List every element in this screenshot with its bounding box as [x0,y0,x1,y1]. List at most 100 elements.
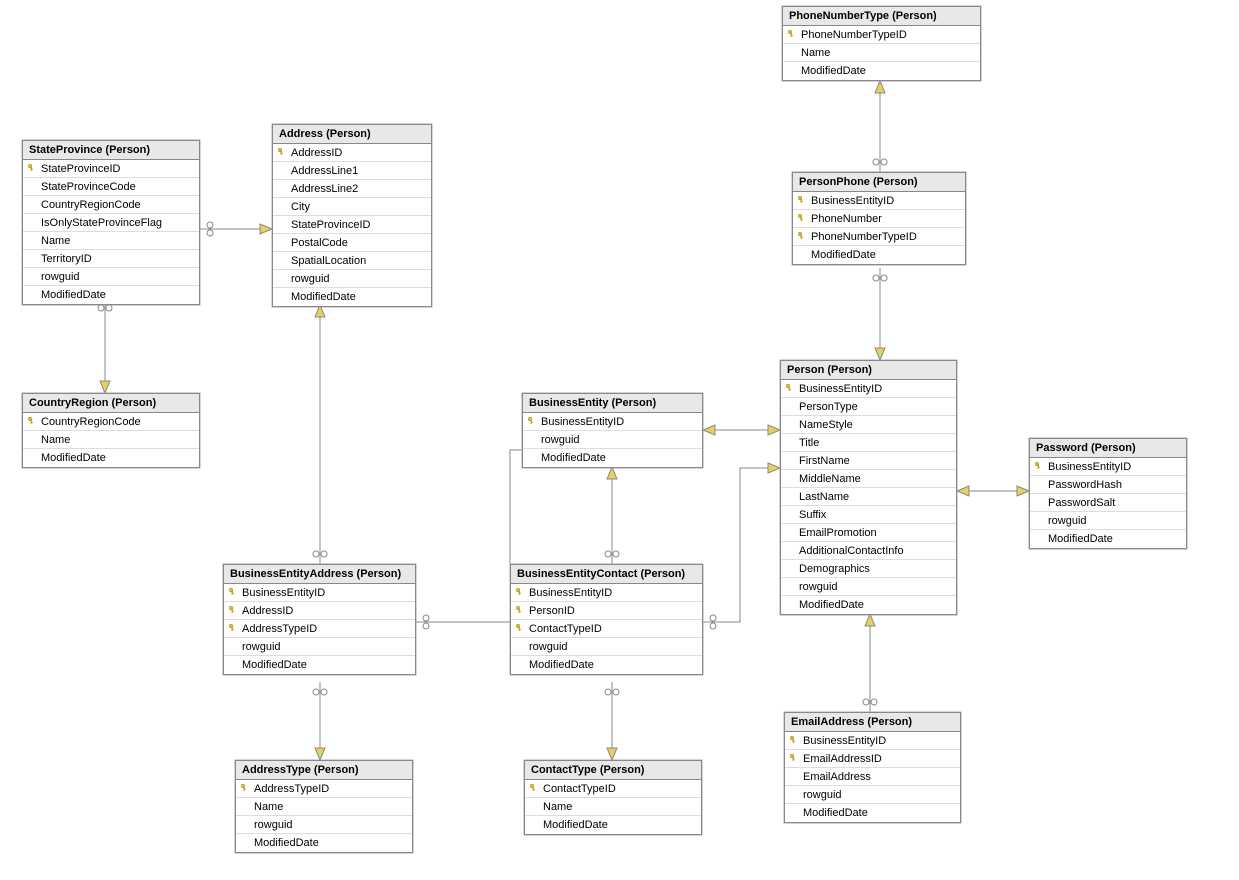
entity-columns: BusinessEntityID PersonID ContactTypeID row… [511,584,702,674]
entity-personphone[interactable]: PersonPhone (Person) BusinessEntityIDPho… [792,172,966,265]
column-name: PersonID [527,605,575,617]
entity-columns: BusinessEntityIDrowguidModifiedDate [523,413,702,467]
primary-key-icon [228,605,237,614]
column-name: AddressTypeID [252,783,329,795]
entity-header: BusinessEntityContact (Person) [511,565,702,584]
column-name: rowguid [797,581,838,593]
column-name: BusinessEntityID [797,383,882,395]
column-row: EmailAddressID [785,750,960,768]
primary-key-icon [789,753,798,762]
primary-key-icon [797,231,806,240]
entity-header: CountryRegion (Person) [23,394,199,413]
entity-header: AddressType (Person) [236,761,412,780]
column-name: ModifiedDate [797,599,864,611]
column-name: rowguid [539,434,580,446]
column-name: PostalCode [289,237,348,249]
column-row: PhoneNumberTypeID [793,228,965,246]
entity-person[interactable]: Person (Person) BusinessEntityIDPersonTy… [780,360,957,615]
column-name: IsOnlyStateProvinceFlag [39,217,162,229]
column-name: BusinessEntityID [809,195,894,207]
column-name: PasswordHash [1046,479,1122,491]
entity-businessentityaddress[interactable]: BusinessEntityAddress (Person) BusinessE… [223,564,416,675]
column-row: rowguid [224,638,415,656]
column-name: CountryRegionCode [39,416,141,428]
entity-countryregion[interactable]: CountryRegion (Person) CountryRegionCode… [22,393,200,468]
entity-businessentity[interactable]: BusinessEntity (Person) BusinessEntityID… [522,393,703,468]
column-row: ModifiedDate [523,449,702,467]
column-row: City [273,198,431,216]
column-name: EmailAddress [801,771,871,783]
primary-key-icon [27,416,36,425]
column-name: BusinessEntityID [801,735,886,747]
column-row: PasswordHash [1030,476,1186,494]
column-row: Name [23,431,199,449]
entity-columns: AddressTypeIDNamerowguidModifiedDate [236,780,412,852]
column-row: MiddleName [781,470,956,488]
entity-contacttype[interactable]: ContactType (Person) ContactTypeIDNameMo… [524,760,702,835]
column-name: PhoneNumberTypeID [799,29,907,41]
column-name: rowguid [252,819,293,831]
column-row: PhoneNumber [793,210,965,228]
column-row: ModifiedDate [781,596,956,614]
column-row: ModifiedDate [783,62,980,80]
primary-key-icon [789,735,798,744]
column-row: LastName [781,488,956,506]
entity-header: BusinessEntityAddress (Person) [224,565,415,584]
column-name: AdditionalContactInfo [797,545,904,557]
column-name: TerritoryID [39,253,92,265]
primary-key-icon [515,605,524,614]
column-name: Name [799,47,830,59]
entity-addresstype[interactable]: AddressType (Person) AddressTypeIDNamero… [235,760,413,853]
column-row: BusinessEntityID [793,192,965,210]
column-row: CountryRegionCode [23,413,199,431]
column-row: BusinessEntityID [511,584,702,602]
column-name: Demographics [797,563,870,575]
column-row: StateProvinceID [273,216,431,234]
entity-columns: AddressIDAddressLine1AddressLine2CitySta… [273,144,431,306]
column-name: Suffix [797,509,826,521]
entity-header: PhoneNumberType (Person) [783,7,980,26]
primary-key-icon [515,587,524,596]
column-row: StateProvinceID [23,160,199,178]
entity-columns: StateProvinceIDStateProvinceCodeCountryR… [23,160,199,304]
column-name: MiddleName [797,473,861,485]
column-name: EmailAddressID [801,753,882,765]
column-row: ModifiedDate [236,834,412,852]
entity-header: StateProvince (Person) [23,141,199,160]
column-row: Name [783,44,980,62]
column-row: ContactTypeID [525,780,701,798]
entity-address[interactable]: Address (Person) AddressIDAddressLine1Ad… [272,124,432,307]
column-row: rowguid [523,431,702,449]
column-name: AddressID [240,605,293,617]
column-row: AddressTypeID [236,780,412,798]
column-name: rowguid [801,789,842,801]
column-name: ContactTypeID [527,623,602,635]
column-row: PersonType [781,398,956,416]
column-row: EmailPromotion [781,524,956,542]
column-name: BusinessEntityID [1046,461,1131,473]
column-row: BusinessEntityID [781,380,956,398]
column-row: rowguid [1030,512,1186,530]
column-name: AddressTypeID [240,623,317,635]
column-row: ModifiedDate [793,246,965,264]
column-name: StateProvinceCode [39,181,136,193]
column-name: rowguid [527,641,568,653]
entity-businessentitycontact[interactable]: BusinessEntityContact (Person) BusinessE… [510,564,703,675]
entity-emailaddress[interactable]: EmailAddress (Person) BusinessEntityIDEm… [784,712,961,823]
column-row: PostalCode [273,234,431,252]
column-name: ModifiedDate [39,452,106,464]
entity-stateprovince[interactable]: StateProvince (Person) StateProvinceID St… [22,140,200,305]
entity-header: Password (Person) [1030,439,1186,458]
column-row: Demographics [781,560,956,578]
column-name: PersonType [797,401,858,413]
entity-password[interactable]: Password (Person) BusinessEntityID Passwo… [1029,438,1187,549]
column-row: AdditionalContactInfo [781,542,956,560]
primary-key-icon [277,147,286,156]
entity-phonenumbertype[interactable]: PhoneNumberType (Person) PhoneNumberType… [782,6,981,81]
entity-header: Address (Person) [273,125,431,144]
column-row: ModifiedDate [785,804,960,822]
column-row: rowguid [23,268,199,286]
column-name: ModifiedDate [799,65,866,77]
column-name: Name [541,801,572,813]
column-name: NameStyle [797,419,853,431]
